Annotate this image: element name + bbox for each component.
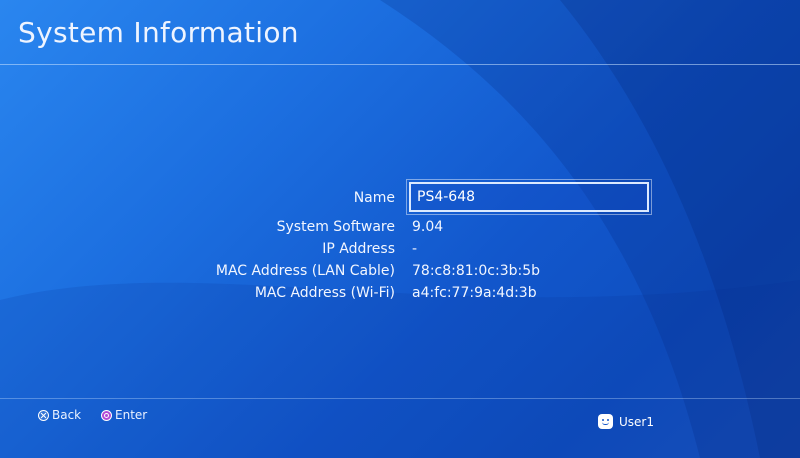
system-info-table: Name PS4-648 System Software 9.04 IP Add…: [150, 179, 670, 304]
user-avatar-icon: [598, 414, 613, 429]
cross-button-icon: [38, 409, 49, 421]
circle-button-icon: [101, 409, 112, 421]
user-name: User1: [619, 414, 654, 429]
enter-button-hint[interactable]: Enter: [101, 407, 147, 423]
info-row-mac-wifi: MAC Address (Wi-Fi) a4:fc:77:9a:4d:3b: [150, 282, 670, 304]
mac-wifi-label: MAC Address (Wi-Fi): [254, 285, 395, 301]
system-information-screen: System Information Name PS4-648 System S…: [0, 0, 800, 458]
ip-address-label: IP Address: [322, 241, 395, 257]
info-row-ip-address: IP Address -: [150, 238, 670, 260]
mac-lan-label: MAC Address (LAN Cable): [215, 263, 395, 279]
info-row-name: Name PS4-648: [150, 179, 670, 216]
info-row-mac-lan: MAC Address (LAN Cable) 78:c8:81:0c:3b:5…: [150, 260, 670, 282]
page-title: System Information: [18, 16, 299, 49]
name-label: Name: [353, 190, 395, 206]
enter-label: Enter: [115, 408, 148, 422]
back-button-hint[interactable]: Back: [38, 407, 81, 423]
back-label: Back: [52, 408, 82, 422]
mac-lan-value: 78:c8:81:0c:3b:5b: [412, 263, 541, 279]
info-row-system-software: System Software 9.04: [150, 216, 670, 238]
mac-wifi-value: a4:fc:77:9a:4d:3b: [412, 285, 537, 301]
user-indicator: User1: [598, 414, 654, 429]
title-divider: [0, 64, 800, 65]
ip-address-value: -: [412, 241, 418, 257]
system-software-value: 9.04: [412, 219, 444, 235]
name-field[interactable]: PS4-648: [406, 179, 652, 215]
footer-divider: [0, 398, 800, 399]
system-software-label: System Software: [276, 219, 395, 235]
